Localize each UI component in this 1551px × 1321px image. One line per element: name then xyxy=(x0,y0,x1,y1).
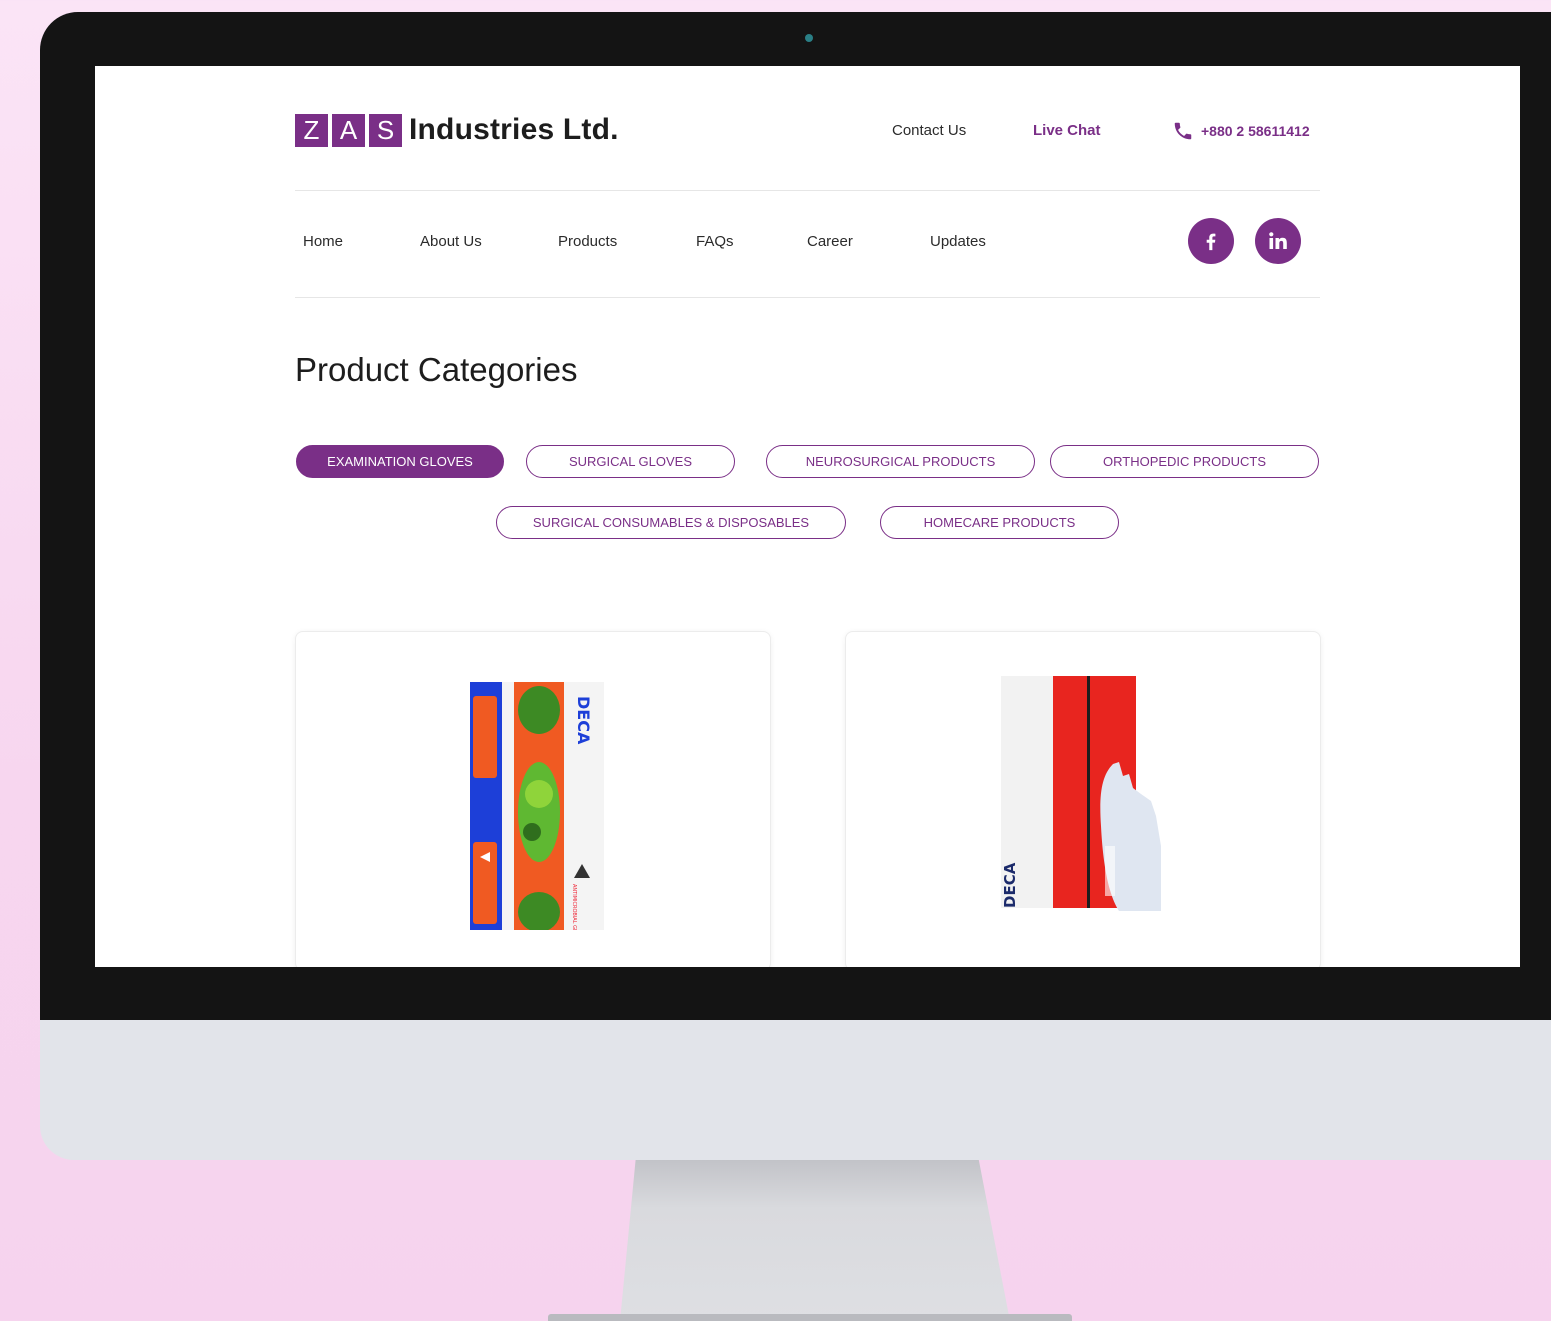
camera-dot xyxy=(805,34,813,42)
svg-text:DECA: DECA xyxy=(1001,862,1019,908)
product-card[interactable]: DECA ANTIMICROBIAL GLOVES xyxy=(295,631,771,967)
website-screen: Z A S Industries Ltd. Contact Us Live Ch… xyxy=(95,66,1520,967)
facebook-icon xyxy=(1206,233,1216,251)
svg-text:DECA: DECA xyxy=(574,696,593,745)
logo-letter: S xyxy=(369,113,402,147)
live-chat-link[interactable]: Live Chat xyxy=(1033,122,1101,139)
linkedin-icon xyxy=(1269,232,1287,249)
page-container: Z A S Industries Ltd. Contact Us Live Ch… xyxy=(295,66,1321,967)
phone-number: +880 2 58611412 xyxy=(1201,123,1310,139)
monitor-stand xyxy=(620,1160,1010,1321)
monitor-chin xyxy=(40,1020,1551,1160)
phone-icon xyxy=(1174,122,1192,140)
category-surgical-gloves[interactable]: SURGICAL GLOVES xyxy=(526,445,735,478)
header-divider xyxy=(295,190,1320,191)
logo-company-name: Industries Ltd. xyxy=(409,113,619,146)
category-neurosurgical-products[interactable]: NEUROSURGICAL PRODUCTS xyxy=(766,445,1035,478)
category-homecare-products[interactable]: HOMECARE PRODUCTS xyxy=(880,506,1119,539)
logo-letter: Z xyxy=(295,113,328,147)
nav-career[interactable]: Career xyxy=(807,233,853,250)
nav-faqs[interactable]: FAQs xyxy=(696,233,734,250)
linkedin-button[interactable] xyxy=(1255,218,1301,264)
nav-products[interactable]: Products xyxy=(558,233,617,250)
phone-contact[interactable]: +880 2 58611412 xyxy=(1172,120,1310,142)
product-card[interactable]: DECA xyxy=(845,631,1321,967)
contact-us-link[interactable]: Contact Us xyxy=(892,122,966,139)
product-image-examination-gloves-box: DECA xyxy=(1001,676,1161,911)
nav-home[interactable]: Home xyxy=(303,233,343,250)
nav-updates[interactable]: Updates xyxy=(930,233,986,250)
category-examination-gloves[interactable]: EXAMINATION GLOVES xyxy=(296,445,504,478)
product-image-antimicrobial-gloves-box: DECA ANTIMICROBIAL GLOVES xyxy=(470,682,604,930)
facebook-button[interactable] xyxy=(1188,218,1234,264)
nav-about-us[interactable]: About Us xyxy=(420,233,482,250)
nav-divider xyxy=(295,297,1320,298)
svg-text:ANTIMICROBIAL GLOVES: ANTIMICROBIAL GLOVES xyxy=(571,884,577,930)
site-logo[interactable]: Z A S Industries Ltd. xyxy=(295,113,619,147)
monitor-stand-base xyxy=(548,1314,1072,1321)
category-surgical-consumables[interactable]: SURGICAL CONSUMABLES & DISPOSABLES xyxy=(496,506,846,539)
category-orthopedic-products[interactable]: ORTHOPEDIC PRODUCTS xyxy=(1050,445,1319,478)
page-title: Product Categories xyxy=(295,351,578,388)
logo-letter: A xyxy=(332,113,365,147)
